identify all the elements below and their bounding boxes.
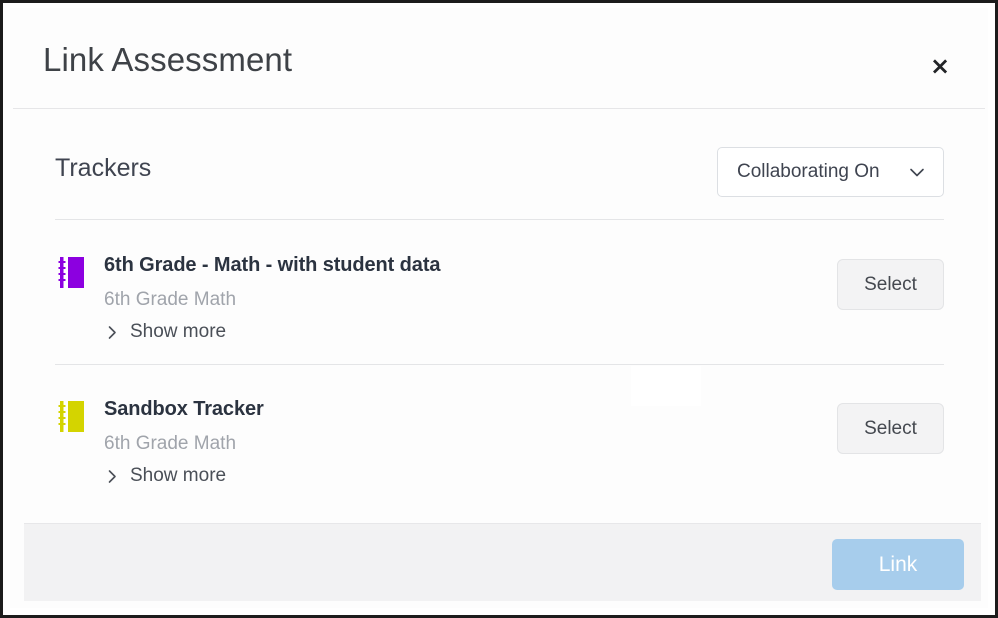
dialog-footer: Link <box>24 523 981 601</box>
chevron-right-icon <box>104 468 121 485</box>
app-window: Link Assessment × Trackers Collaborating… <box>0 0 998 618</box>
notebook-icon <box>57 256 85 289</box>
tracker-title: Sandbox Tracker <box>104 398 264 420</box>
link-assessment-dialog: Link Assessment × Trackers Collaborating… <box>10 8 988 608</box>
show-more-label: Show more <box>130 321 227 342</box>
select-button[interactable]: Select <box>837 403 944 454</box>
tracker-subtitle: 6th Grade Math <box>104 433 237 454</box>
filter-selected-value: Collaborating On <box>737 161 880 182</box>
chevron-right-icon <box>104 324 121 341</box>
section-title: Trackers <box>55 154 152 182</box>
page-title: Link Assessment <box>43 41 293 78</box>
tracker-title: 6th Grade - Math - with student data <box>104 254 441 276</box>
collaboration-filter-dropdown[interactable]: Collaborating On <box>717 147 944 197</box>
chevron-down-icon <box>907 162 927 182</box>
tracker-subtitle: 6th Grade Math <box>104 289 237 310</box>
link-button[interactable]: Link <box>832 539 964 590</box>
show-more-toggle[interactable]: Show more <box>104 321 226 343</box>
dialog-header: Link Assessment × <box>10 8 988 108</box>
select-button[interactable]: Select <box>837 259 944 310</box>
dialog-body: Trackers Collaborating On 6th Grade - Ma… <box>10 109 988 523</box>
notebook-icon <box>57 400 85 433</box>
close-button[interactable]: × <box>918 44 962 88</box>
show-more-toggle[interactable]: Show more <box>104 465 226 487</box>
row-divider <box>55 364 944 365</box>
list-item[interactable]: Sandbox Tracker 6th Grade Math Show more… <box>10 364 988 508</box>
close-icon: × <box>929 52 951 80</box>
trackers-section-header: Trackers Collaborating On <box>10 147 988 207</box>
list-item[interactable]: 6th Grade - Math - with student data 6th… <box>10 220 988 406</box>
tracker-list: 6th Grade - Math - with student data 6th… <box>10 220 988 508</box>
show-more-label: Show more <box>130 465 227 486</box>
